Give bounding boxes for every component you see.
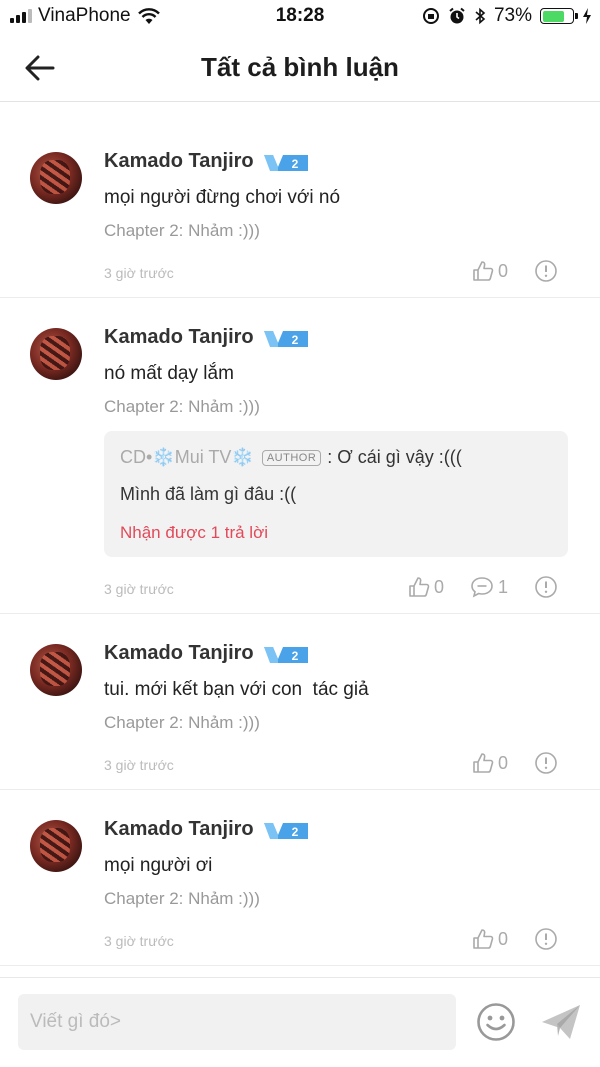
report-button[interactable] [534, 259, 558, 283]
thumbs-up-icon [473, 261, 494, 281]
comment-chapter[interactable]: Chapter 2: Nhảm :))) [104, 713, 568, 733]
alarm-icon [449, 7, 465, 24]
svg-text:2: 2 [291, 333, 298, 347]
vip-badge-icon: 2 [263, 645, 310, 663]
avatar[interactable] [30, 328, 82, 380]
avatar[interactable] [30, 152, 82, 204]
comment-composer [0, 977, 600, 1067]
charging-icon [583, 8, 591, 24]
comment-author[interactable]: Kamado Tanjiro [104, 150, 254, 173]
page-title: Tất cả bình luận [201, 52, 399, 82]
comment-input[interactable] [18, 994, 456, 1050]
comment-item: Kamado Tanjiro 2 tui. mới kết bạn với co… [0, 614, 600, 790]
thumbs-up-icon [473, 929, 494, 949]
report-button[interactable] [534, 575, 558, 599]
reply-preview[interactable]: CD•❄️Mui TV❄️ AUTHOR : Ơ cái gì vậy :(((… [104, 431, 568, 557]
comment-chapter[interactable]: Chapter 2: Nhảm :))) [104, 889, 568, 909]
info-icon [535, 928, 557, 950]
info-icon [535, 576, 557, 598]
like-count: 0 [497, 928, 508, 949]
report-button[interactable] [534, 927, 558, 951]
avatar[interactable] [30, 644, 82, 696]
comment-text: tui. mới kết bạn với con tác giả [104, 679, 369, 700]
comment-time: 3 giờ trước [104, 581, 174, 597]
smiley-icon [477, 1003, 515, 1041]
comment-item: Kamado Tanjiro 2 mọi người đừng chơi với… [0, 122, 600, 298]
speech-bubble-icon [471, 577, 493, 598]
emoji-button[interactable] [476, 1002, 516, 1042]
info-icon [535, 260, 557, 282]
comment-text: mọi người đừng chơi với nó [104, 187, 341, 208]
comment-time: 3 giờ trước [104, 933, 174, 949]
reply-button[interactable]: 1 [470, 576, 508, 598]
like-count: 0 [433, 576, 444, 597]
thumbs-up-icon [473, 753, 494, 773]
send-icon [542, 1005, 580, 1039]
svg-text:2: 2 [291, 649, 298, 663]
comment-text: nó mất dạy lắm [104, 363, 234, 384]
rotation-lock-icon [422, 8, 439, 24]
svg-text:2: 2 [291, 825, 298, 839]
comment-author[interactable]: Kamado Tanjiro [104, 818, 254, 841]
like-button[interactable]: 0 [472, 260, 508, 282]
comment-text: mọi người ơi [104, 855, 213, 876]
like-count: 0 [497, 752, 508, 773]
comment-time: 3 giờ trước [104, 265, 174, 281]
like-button[interactable]: 0 [472, 928, 508, 950]
status-right: 73% [422, 5, 592, 27]
report-button[interactable] [534, 751, 558, 775]
like-count: 0 [497, 260, 508, 281]
author-tag: AUTHOR [261, 449, 322, 466]
reply-count: 1 [497, 576, 508, 597]
reply-text: : Ơ cái gì vậy :((( [327, 447, 462, 467]
thumbs-up-icon [409, 577, 430, 597]
battery-percent: 73% [493, 5, 532, 26]
reply-text-line2: Mình đã làm gì đâu :(( [120, 484, 297, 504]
battery-icon [540, 8, 578, 24]
view-replies-link[interactable]: Nhận được 1 trả lời [120, 523, 552, 543]
status-bar: VinaPhone 18:28 73% [0, 0, 600, 34]
comment-item: Kamado Tanjiro 2 nó mất dạy lắm Chapter … [0, 298, 600, 614]
avatar[interactable] [30, 820, 82, 872]
like-button[interactable]: 0 [472, 752, 508, 774]
comment-chapter[interactable]: Chapter 2: Nhảm :))) [104, 397, 568, 417]
reply-author[interactable]: CD•❄️Mui TV❄️ [120, 447, 254, 468]
comment-chapter[interactable]: Chapter 2: Nhảm :))) [104, 221, 568, 241]
vip-badge-icon: 2 [263, 329, 310, 347]
info-icon [535, 752, 557, 774]
vip-badge-icon: 2 [263, 153, 310, 171]
navigation-bar: Tất cả bình luận [0, 34, 600, 102]
comment-author[interactable]: Kamado Tanjiro [104, 642, 254, 665]
comment-item: Kamado Tanjiro 2 mọi người ơi Chapter 2:… [0, 790, 600, 966]
svg-text:2: 2 [291, 157, 298, 171]
comment-list: Kamado Tanjiro 2 mọi người đừng chơi với… [0, 122, 600, 966]
bluetooth-icon [475, 7, 486, 25]
vip-badge-icon: 2 [263, 821, 310, 839]
comment-author[interactable]: Kamado Tanjiro [104, 326, 254, 349]
like-button[interactable]: 0 [408, 576, 444, 598]
comment-time: 3 giờ trước [104, 757, 174, 773]
send-button[interactable] [540, 1002, 582, 1042]
